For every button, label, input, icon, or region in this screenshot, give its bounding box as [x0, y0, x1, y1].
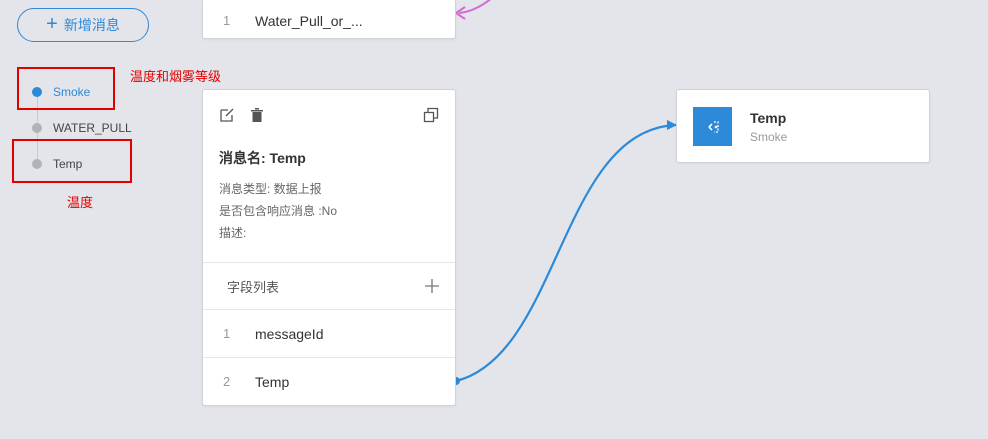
temp-to-target-connector: [455, 123, 677, 383]
plus-icon: +: [46, 13, 58, 35]
field-name: Temp: [255, 373, 290, 390]
fields-header: 字段列表: [203, 263, 455, 309]
property-icon: [693, 107, 732, 146]
fields-header-label: 字段列表: [227, 279, 280, 295]
target-node-card[interactable]: Temp Smoke: [676, 89, 930, 163]
field-name: Water_Pull_or_...: [255, 12, 363, 29]
field-index: 1: [223, 326, 231, 341]
delete-icon[interactable]: [249, 107, 265, 123]
field-name: messageId: [255, 325, 324, 342]
field-row[interactable]: 2 Temp: [203, 358, 455, 405]
annotation-box-smoke: [17, 67, 115, 110]
card-toolbar: [203, 90, 455, 140]
annotation-temp-note: 温度: [67, 195, 94, 210]
target-subtitle: Smoke: [750, 130, 788, 144]
message-name: 消息名: Temp: [219, 150, 306, 166]
message-type: 消息类型: 数据上报: [219, 182, 322, 196]
annotation-smoke-note: 温度和烟雾等级: [130, 69, 222, 84]
message-item-label: WATER_PULL: [53, 121, 132, 135]
message-response: 是否包含响应消息 :No: [219, 204, 338, 218]
field-index: 1: [223, 13, 231, 28]
message-info: 消息名: Temp 消息类型: 数据上报 是否包含响应消息 :No 描述:: [203, 140, 455, 241]
add-field-icon[interactable]: [425, 279, 439, 293]
message-dot: [32, 123, 42, 133]
copy-icon[interactable]: [423, 107, 439, 123]
add-message-label: 新增消息: [63, 17, 120, 33]
field-row[interactable]: 1 messageId: [203, 310, 455, 357]
message-card-temp[interactable]: 消息名: Temp 消息类型: 数据上报 是否包含响应消息 :No 描述: 字段…: [202, 89, 456, 406]
add-message-button[interactable]: + 新增消息: [17, 8, 149, 42]
field-index: 2: [223, 374, 231, 389]
message-card-water-pull[interactable]: 1 Water_Pull_or_...: [202, 0, 456, 39]
message-description: 描述:: [219, 226, 247, 240]
annotation-box-temp: [12, 139, 132, 183]
message-item-water-pull[interactable]: WATER_PULL: [32, 118, 132, 138]
edit-icon[interactable]: [219, 107, 235, 123]
target-title: Temp: [750, 110, 787, 126]
